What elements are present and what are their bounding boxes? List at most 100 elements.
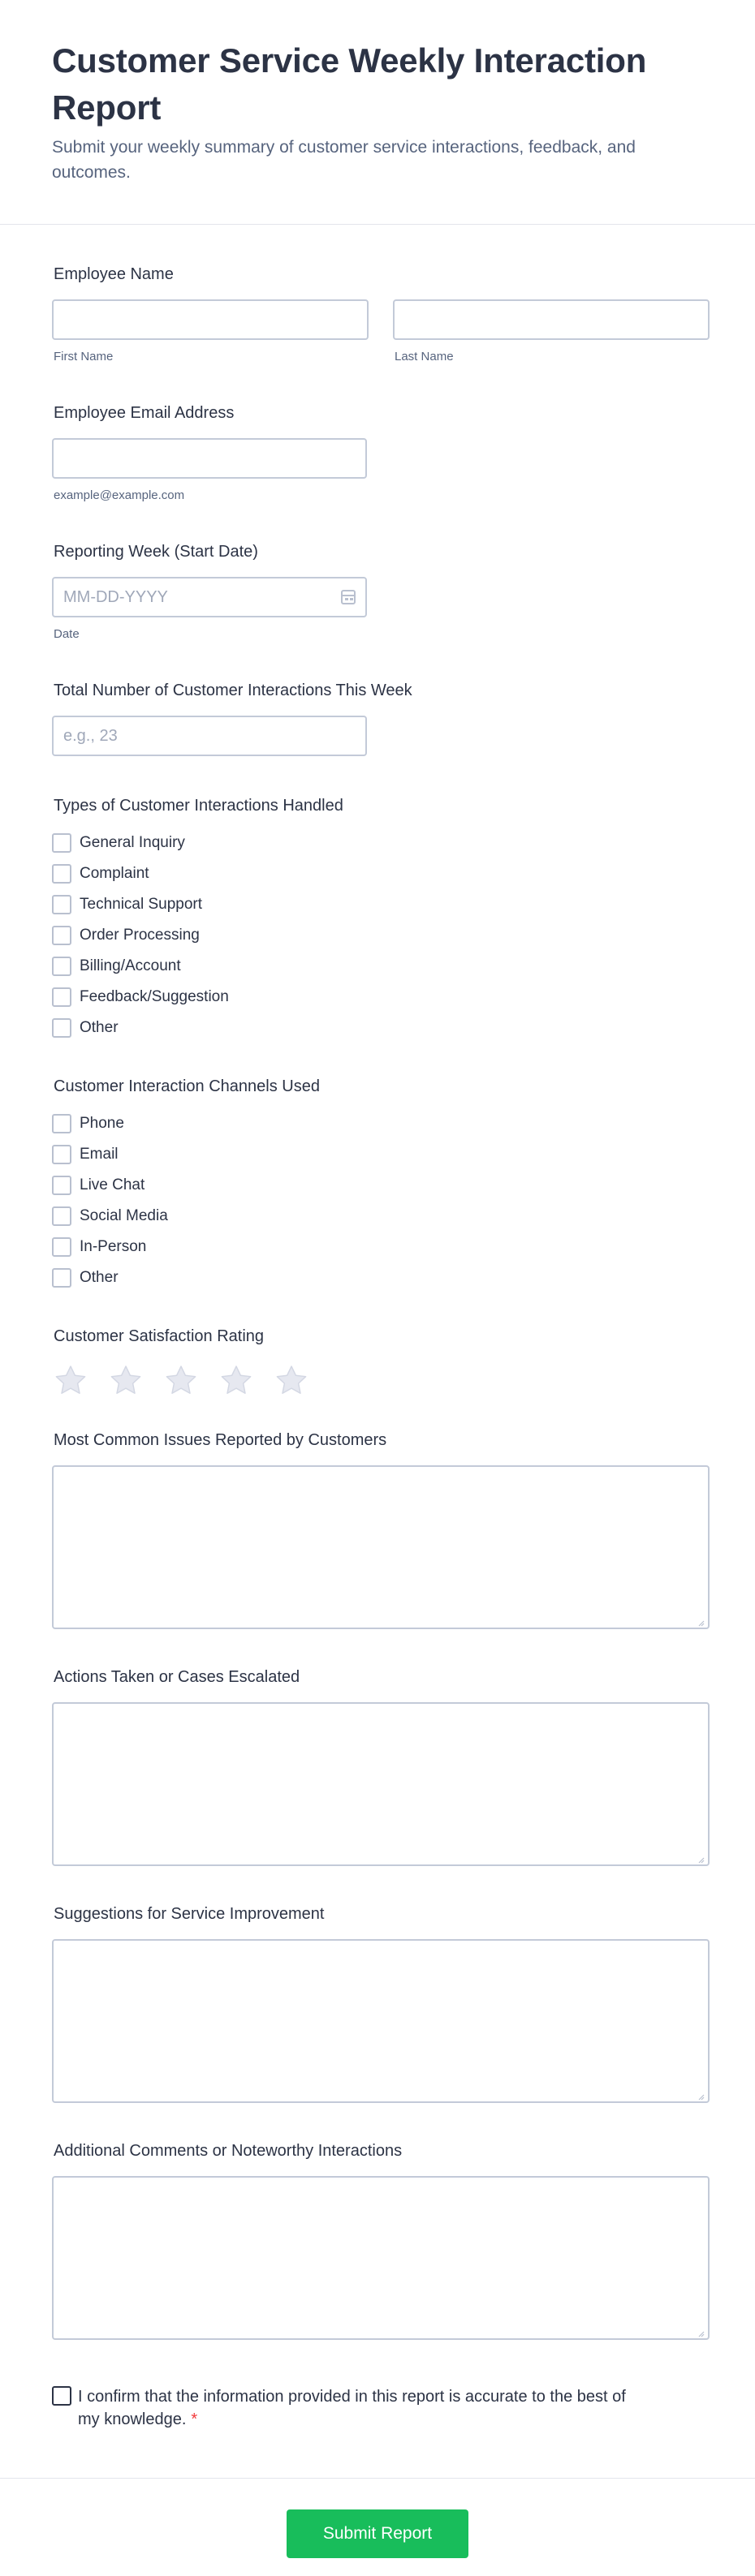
actions-field: Actions Taken or Cases Escalated [52, 1666, 710, 1866]
report-form: Employee Name First Name Last Name Emplo… [0, 264, 755, 2431]
confirm-checkbox[interactable] [52, 2386, 71, 2406]
required-mark: * [191, 2410, 198, 2428]
submit-button[interactable]: Submit Report [287, 2509, 468, 2558]
interaction-type-checkbox[interactable] [52, 833, 71, 853]
employee-name-field: Employee Name First Name Last Name [52, 264, 710, 363]
interaction-type-option-label: Feedback/Suggestion [80, 988, 229, 1005]
reporting-week-placeholder: MM-DD-YYYY [63, 587, 168, 606]
interaction-type-option-label: Technical Support [80, 896, 203, 913]
satisfaction-rating [52, 1363, 710, 1399]
common-issues-label: Most Common Issues Reported by Customers [54, 1431, 387, 1449]
email-field: Employee Email Address example@example.c… [52, 402, 710, 502]
actions-textarea[interactable] [52, 1702, 710, 1866]
total-interactions-placeholder: e.g., 23 [63, 726, 118, 745]
channel-option[interactable]: Phone [52, 1108, 710, 1139]
interaction-type-option[interactable]: Other [52, 1013, 710, 1043]
channel-checkbox[interactable] [52, 1176, 71, 1195]
channel-checkbox[interactable] [52, 1268, 71, 1288]
interaction-type-option-label: Complaint [80, 865, 149, 882]
channel-option[interactable]: Social Media [52, 1201, 710, 1232]
comments-field: Additional Comments or Noteworthy Intera… [52, 2140, 710, 2340]
last-name-sublabel: Last Name [395, 350, 454, 363]
first-name-input[interactable] [52, 299, 369, 340]
interaction-type-option[interactable]: Complaint [52, 858, 710, 889]
interaction-type-checkbox[interactable] [52, 1018, 71, 1038]
reporting-week-input[interactable]: MM-DD-YYYY [52, 577, 367, 617]
first-name-sublabel: First Name [54, 350, 114, 363]
interaction-types-field: Types of Customer Interactions Handled G… [52, 795, 710, 1043]
page-title: Customer Service Weekly Interaction Repo… [52, 41, 647, 127]
resize-handle-icon[interactable] [697, 1853, 705, 1864]
channel-option[interactable]: In-Person [52, 1232, 710, 1262]
page-subtitle: Submit your weekly summary of customer s… [52, 138, 636, 182]
channel-option-label: Other [80, 1269, 119, 1286]
channels-field: Customer Interaction Channels Used Phone… [52, 1076, 710, 1293]
interaction-type-checkbox[interactable] [52, 987, 71, 1007]
actions-label: Actions Taken or Cases Escalated [54, 1668, 300, 1686]
confirm-field: I confirm that the information provided … [52, 2385, 710, 2431]
total-interactions-input[interactable]: e.g., 23 [52, 716, 367, 756]
reporting-week-field: Reporting Week (Start Date) MM-DD-YYYY D… [52, 541, 710, 641]
interaction-type-option-label: Other [80, 1019, 119, 1036]
comments-label: Additional Comments or Noteworthy Intera… [54, 2142, 403, 2160]
satisfaction-label: Customer Satisfaction Rating [54, 1327, 265, 1345]
email-label: Employee Email Address [54, 404, 235, 422]
email-sublabel: example@example.com [54, 488, 185, 502]
interaction-types-list: General Inquiry Complaint Technical Suppor… [52, 828, 710, 1043]
last-name-input[interactable] [393, 299, 710, 340]
suggestions-label: Suggestions for Service Improvement [54, 1905, 325, 1923]
channel-option-label: Email [80, 1146, 119, 1163]
interaction-type-option-label: Order Processing [80, 927, 200, 944]
email-input[interactable] [52, 438, 367, 479]
total-interactions-field: Total Number of Customer Interactions Th… [52, 680, 710, 756]
common-issues-textarea[interactable] [52, 1465, 710, 1629]
resize-handle-icon[interactable] [697, 2090, 705, 2101]
interaction-type-option[interactable]: General Inquiry [52, 828, 710, 858]
channel-checkbox[interactable] [52, 1237, 71, 1257]
interaction-type-option[interactable]: Technical Support [52, 889, 710, 920]
interaction-type-checkbox[interactable] [52, 957, 71, 976]
suggestions-field: Suggestions for Service Improvement [52, 1903, 710, 2103]
total-interactions-label: Total Number of Customer Interactions Th… [54, 682, 412, 699]
star-icon[interactable] [218, 1363, 255, 1399]
reporting-week-sublabel: Date [54, 627, 80, 641]
confirm-text: I confirm that the information provided … [78, 2388, 626, 2428]
star-icon[interactable] [273, 1363, 310, 1399]
interaction-type-option[interactable]: Feedback/Suggestion [52, 982, 710, 1013]
channel-option[interactable]: Live Chat [52, 1170, 710, 1201]
channel-checkbox[interactable] [52, 1145, 71, 1164]
channels-label: Customer Interaction Channels Used [54, 1077, 320, 1095]
resize-handle-icon[interactable] [697, 1616, 705, 1627]
comments-textarea[interactable] [52, 2176, 710, 2340]
interaction-type-checkbox[interactable] [52, 864, 71, 884]
interaction-type-checkbox[interactable] [52, 926, 71, 945]
channel-option-label: Phone [80, 1115, 124, 1132]
channels-list: Phone Email Live Chat Social Media In-Person… [52, 1108, 710, 1293]
interaction-type-checkbox[interactable] [52, 895, 71, 914]
resize-handle-icon[interactable] [697, 2327, 705, 2337]
employee-name-label: Employee Name [54, 265, 174, 283]
channel-option-label: Social Media [80, 1207, 168, 1224]
form-footer: Submit Report [0, 2478, 755, 2558]
interaction-type-option[interactable]: Order Processing [52, 920, 710, 951]
channel-option[interactable]: Other [52, 1262, 710, 1293]
satisfaction-field: Customer Satisfaction Rating [52, 1326, 710, 1399]
interaction-types-label: Types of Customer Interactions Handled [54, 797, 343, 815]
calendar-icon[interactable] [341, 590, 356, 604]
star-icon[interactable] [162, 1363, 200, 1399]
reporting-week-label: Reporting Week (Start Date) [54, 543, 258, 561]
confirm-label: I confirm that the information provided … [78, 2385, 646, 2431]
channel-option-label: Live Chat [80, 1176, 145, 1193]
star-icon[interactable] [52, 1363, 89, 1399]
channel-option-label: In-Person [80, 1238, 147, 1255]
common-issues-field: Most Common Issues Reported by Customers [52, 1430, 710, 1629]
channel-option[interactable]: Email [52, 1139, 710, 1170]
interaction-type-option-label: General Inquiry [80, 834, 185, 851]
interaction-type-option[interactable]: Billing/Account [52, 951, 710, 982]
interaction-type-option-label: Billing/Account [80, 957, 181, 974]
channel-checkbox[interactable] [52, 1114, 71, 1133]
form-header: Customer Service Weekly Interaction Repo… [0, 0, 755, 225]
channel-checkbox[interactable] [52, 1206, 71, 1226]
star-icon[interactable] [107, 1363, 145, 1399]
suggestions-textarea[interactable] [52, 1939, 710, 2103]
